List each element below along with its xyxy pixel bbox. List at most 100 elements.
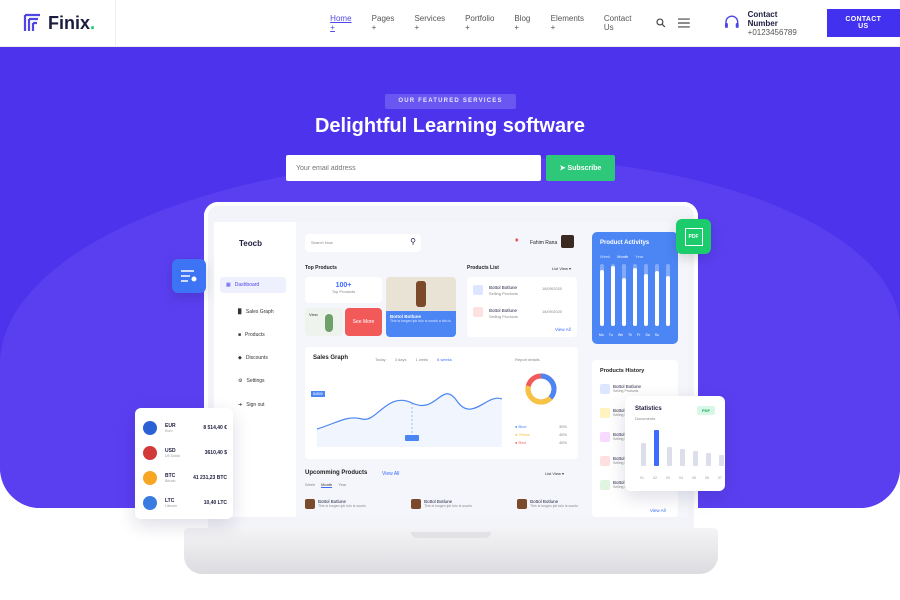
sidebar-item-discounts[interactable]: ◆ Discounts [238, 355, 268, 361]
contact-phone[interactable]: +0123456789 [748, 28, 809, 37]
upcoming-title: Upcomming Products [305, 470, 368, 476]
menu-contact[interactable]: Contact Us [604, 14, 643, 32]
stats-day: 01 [640, 476, 644, 480]
stats-bar [706, 453, 711, 466]
stats-bar [654, 430, 659, 466]
legend-pct: 45% [558, 432, 567, 437]
user-name: Fahim Rana [530, 240, 558, 246]
sales-tabs: Today 3 days 1 week 6 weeks [375, 357, 452, 362]
history-title: Products History [600, 368, 645, 374]
stats-day: 04 [679, 476, 683, 480]
history-item-sub: Selling Products [613, 389, 639, 393]
menu-portfolio[interactable]: Portfolio + [465, 14, 500, 32]
view-label: View [309, 312, 318, 317]
stats-day: 02 [653, 476, 657, 480]
list-view-dropdown[interactable]: List View ▾ [552, 266, 571, 271]
sidebar-label: Sign out [246, 402, 265, 408]
day-label: Sa [645, 333, 650, 337]
day-label: Tu [608, 333, 613, 337]
currency-row[interactable]: BTC Bitcoin 41 231,23 BTC [143, 468, 227, 488]
menu-home[interactable]: Home + [330, 14, 358, 32]
sidebar-label: Products [245, 332, 265, 338]
history-view-all-link[interactable]: View All [650, 508, 666, 513]
view-all-link[interactable]: View All [555, 327, 571, 332]
currency-value: 41 231,23 BTC [193, 475, 227, 481]
currency-value: 3610,40 $ [204, 450, 227, 456]
currency-card: EUR Euro 8 514,40 € USD US Dollar 3610,40 $ BT… [135, 408, 233, 519]
sales-graph-card: Sales Graph Today 3 days 1 week 6 weeks … [305, 347, 578, 459]
sales-tab[interactable]: Today [375, 357, 386, 362]
products-list-title: Products List [467, 265, 499, 271]
sidebar-item-signout[interactable]: ➜ Sign out [238, 402, 265, 408]
upcoming-list: Bottol Botlune This is tosgeo ipb tolo is… [305, 499, 578, 509]
stats-bar [693, 451, 698, 466]
day-label: We [617, 333, 624, 337]
currency-row[interactable]: EUR Euro 8 514,40 € [143, 418, 227, 438]
stats-bar [667, 446, 672, 466]
dash-search[interactable]: Search Now ⚲ [305, 234, 421, 252]
list-item-date: 16/09/2020 [542, 286, 563, 291]
search-icon[interactable] [656, 18, 666, 28]
grid-icon: ▦ [226, 282, 231, 288]
sales-tab[interactable]: 6 weeks [437, 357, 452, 362]
dash-search-placeholder: Search Now [311, 240, 333, 245]
finix-logo-icon [23, 13, 40, 31]
contact-us-button[interactable]: CONTACT US [826, 9, 900, 37]
upcoming-item-desc: This is tosgeo ipb tolo is sourlo [530, 504, 578, 508]
plant-card[interactable]: View [305, 308, 343, 336]
day-label: Su [654, 333, 659, 337]
menu-services[interactable]: Services + [414, 14, 451, 32]
legend-pct: 45% [558, 440, 567, 445]
subscribe-button[interactable]: ➤ Subscribe [546, 155, 615, 181]
upcoming-item[interactable]: Bottol Botlune This is tosgeo ipb tolo is… [411, 499, 472, 509]
see-more-button[interactable]: See More [345, 308, 382, 336]
pdf-file-icon[interactable]: PDF [676, 219, 711, 254]
menu-pages[interactable]: Pages + [372, 14, 401, 32]
sidebar-label: Settings [246, 378, 265, 384]
stats-bars [641, 430, 724, 466]
hamburger-menu-icon[interactable] [678, 18, 690, 28]
upcoming-tab[interactable]: Year [338, 482, 346, 488]
subscribe-label: Subscribe [567, 165, 602, 172]
upcoming-tab[interactable]: Month [321, 482, 333, 488]
activity-tab[interactable]: Year [635, 254, 643, 259]
day-label: Fr [637, 333, 641, 337]
legend-label: Red [518, 440, 526, 445]
upcoming-view-all-link[interactable]: View All [382, 471, 399, 477]
legend-label: Yellow [518, 432, 530, 437]
currency-row[interactable]: LTC Litecoin 10,40 LTC [143, 493, 227, 513]
sales-tab[interactable]: 3 days [395, 357, 407, 362]
ltc-coin-icon [143, 496, 157, 510]
usd-coin-icon [143, 446, 157, 460]
upcoming-item[interactable]: Bottol Botlune This is tosgeo ipb tolo is… [305, 499, 366, 509]
filter-settings-icon[interactable] [172, 259, 206, 293]
featured-badge: OUR FEATURED SERVICES [385, 94, 516, 109]
day-label: Mo [599, 333, 604, 337]
upcoming-list-view[interactable]: List View ▾ [545, 471, 564, 476]
sidebar-item-dashboard[interactable]: ▦ Dashboard [220, 277, 286, 293]
stats-bar [719, 455, 724, 466]
contact-info: Contact Number +0123456789 [724, 10, 809, 37]
sales-line-chart [317, 393, 502, 447]
top-products-label: Top Products [331, 289, 356, 294]
sales-tab[interactable]: 1 week [415, 357, 428, 362]
currency-row[interactable]: USD US Dollar 3610,40 $ [143, 443, 227, 463]
bottle-card[interactable]: Bottol Botlune This is tosgeo ipb tolo i… [386, 277, 456, 337]
upcoming-item[interactable]: Bottol Botlune This is tosgeo ipb tolo is… [517, 499, 578, 509]
sales-graph-title: Sales Graph [313, 355, 349, 361]
upcoming-tab[interactable]: Week [305, 482, 315, 488]
products-list-card: Bottol Botlune Selling Products 16/09/20… [467, 277, 577, 337]
avatar[interactable] [561, 235, 574, 248]
sidebar-item-sales[interactable]: ▉ Sales Graph [238, 309, 274, 315]
menu-blog[interactable]: Blog + [514, 14, 536, 32]
bell-icon[interactable]: ♦ [515, 237, 519, 244]
menu-elements[interactable]: Elements + [551, 14, 590, 32]
list-item-sub: Selling Products [489, 314, 518, 319]
activity-tab[interactable]: Month [617, 254, 628, 259]
email-input[interactable] [286, 155, 541, 181]
sidebar-item-products[interactable]: ■ Products [238, 332, 265, 338]
activity-tab[interactable]: Week [600, 254, 610, 259]
brand-logo[interactable]: Finix. [0, 0, 117, 46]
sidebar-item-settings[interactable]: ⚙ Settings [238, 378, 265, 384]
legend-pct: 35% [558, 424, 567, 429]
